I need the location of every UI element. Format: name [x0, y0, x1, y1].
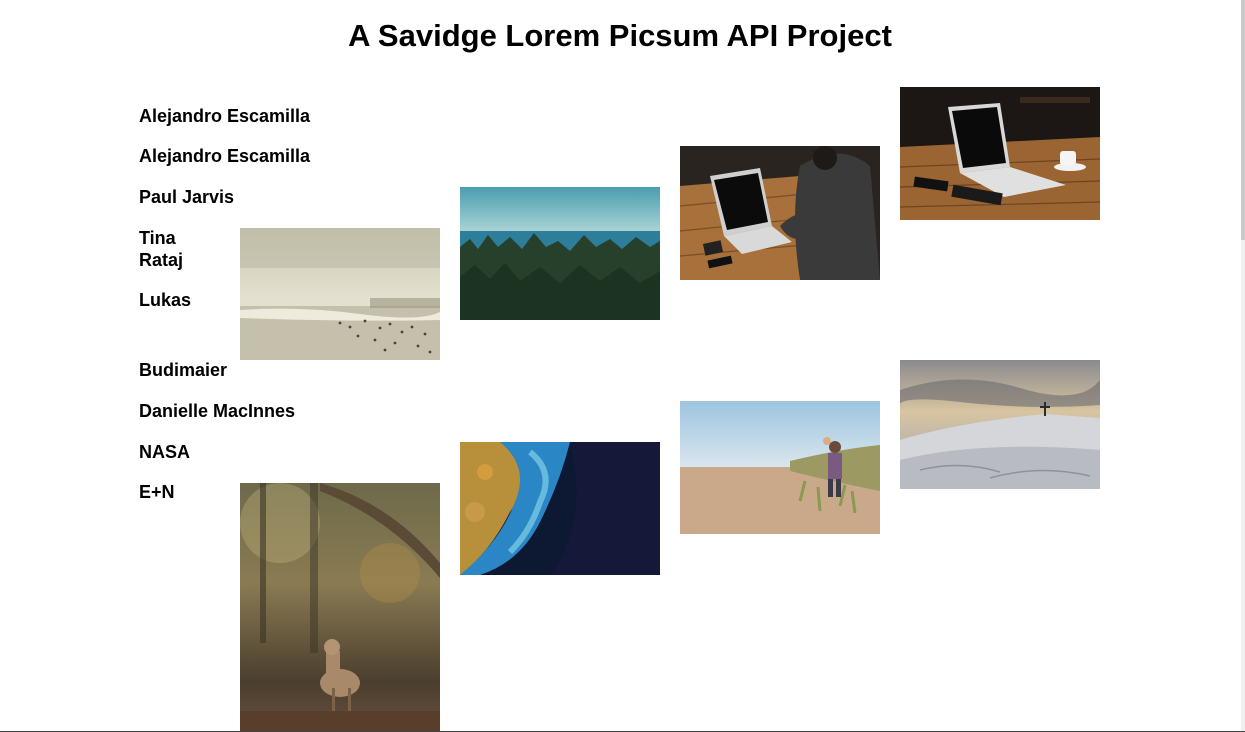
author-name: E+N: [139, 482, 175, 502]
forest-lake-photo: [460, 187, 660, 320]
beach-walker-photo: [680, 401, 880, 534]
scrollbar-thumb[interactable]: [1241, 0, 1245, 240]
author-name: Alejandro Escamilla: [139, 146, 311, 166]
author-name: Tina Rataj: [139, 228, 184, 270]
beach-crowd-photo: [240, 228, 440, 360]
author-name-first: Lukas: [139, 290, 192, 310]
vertical-scrollbar[interactable]: [1241, 0, 1245, 732]
snowy-summit-photo: [900, 360, 1100, 489]
author-name: Paul Jarvis: [139, 187, 235, 207]
laptop-coffee-table-photo: [900, 87, 1100, 220]
author-name: NASA: [139, 442, 191, 462]
ocean-satellite-photo: [460, 442, 660, 575]
page-title: A Savidge Lorem Picsum API Project: [348, 18, 892, 53]
page: A Savidge Lorem Picsum API Project Aleja…: [0, 0, 1245, 732]
laptop-desk-person-photo: [680, 146, 880, 280]
author-name: Alejandro Escamilla: [139, 106, 311, 126]
deer-forest-photo: [240, 483, 440, 732]
author-name-last: Budimaier: [139, 360, 228, 380]
author-name: Danielle MacInnes: [139, 401, 296, 421]
